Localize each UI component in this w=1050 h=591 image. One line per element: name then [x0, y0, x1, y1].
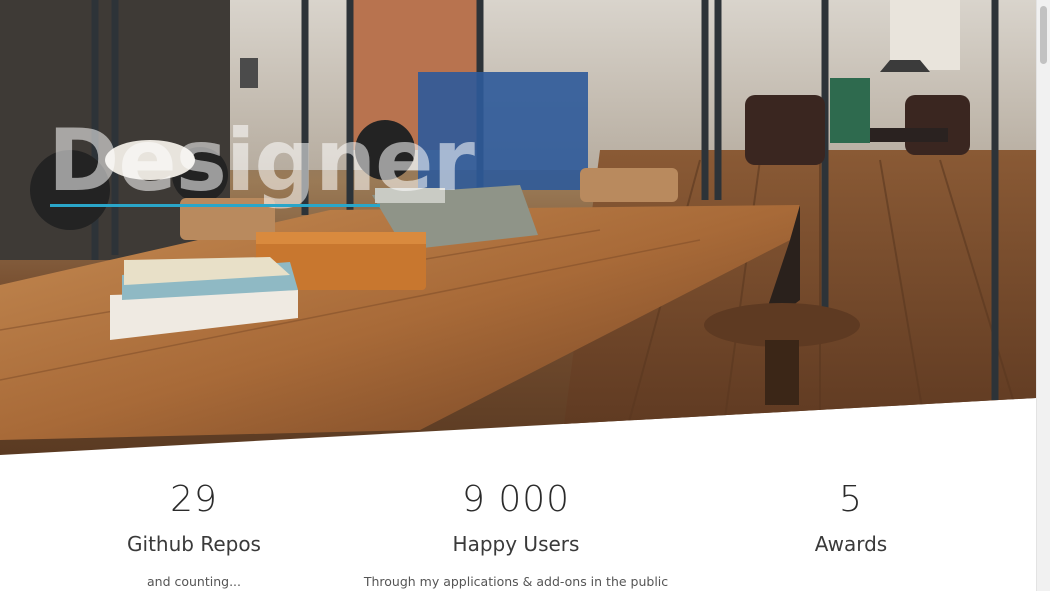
- page: Designer 29 Github Repos and counting...…: [0, 0, 1036, 591]
- scrollbar-thumb[interactable]: [1040, 6, 1047, 64]
- stat-happy-users: 9 000 Happy Users Through my application…: [336, 470, 696, 590]
- stat-github-repos: 29 Github Repos and counting...: [94, 470, 294, 590]
- stat-awards: 5 Awards: [751, 470, 951, 574]
- stat-description: and counting...: [146, 574, 241, 589]
- stat-value: 29: [170, 479, 218, 520]
- stat-value: 5: [839, 479, 863, 520]
- hero-title-underline: [50, 204, 380, 207]
- stat-label: Github Repos: [127, 532, 261, 556]
- stat-label: Happy Users: [452, 532, 580, 556]
- stats-section: 29 Github Repos and counting... 9 000 Ha…: [0, 470, 1036, 591]
- vertical-scrollbar[interactable]: [1036, 0, 1050, 591]
- stat-description: Through my applications & add-ons in the…: [363, 574, 669, 589]
- stat-value: 9 000: [461, 479, 571, 520]
- stat-label: Awards: [814, 532, 888, 556]
- hero-title: Designer: [48, 111, 475, 211]
- hero-photo: [0, 0, 1036, 455]
- hero-banner: Designer: [0, 0, 1036, 455]
